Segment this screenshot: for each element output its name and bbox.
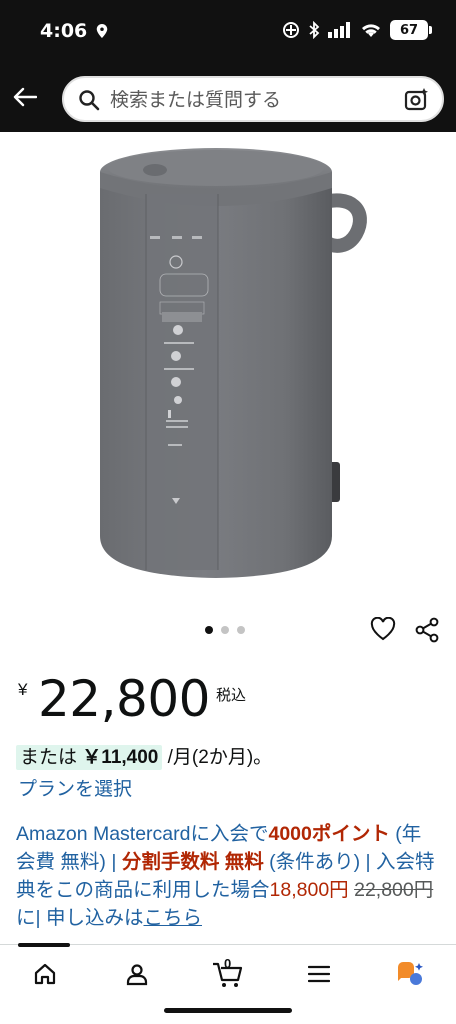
price-value: 22,800 xyxy=(38,670,210,728)
battery-indicator: 67 xyxy=(390,20,432,40)
wishlist-button[interactable] xyxy=(370,616,396,643)
back-button[interactable] xyxy=(10,82,40,112)
promo-original-price: 22,800円 xyxy=(354,879,434,901)
mastercard-promo[interactable]: Amazon Mastercardに入会で4000ポイント (年会費 無料) |… xyxy=(16,820,440,944)
installment-highlight: または ￥11,400 xyxy=(16,745,163,770)
promo-no-fee: 分割手数料 無料 xyxy=(121,851,264,873)
carousel-dots xyxy=(205,626,245,634)
nav-cart[interactable]: 0 xyxy=(208,956,248,989)
search-input[interactable] xyxy=(110,86,390,114)
status-time: 4:06 xyxy=(40,20,88,42)
nav-rufus[interactable] xyxy=(390,959,430,989)
nav-home[interactable] xyxy=(25,959,65,989)
wifi-icon xyxy=(362,24,380,37)
installment-suffix: /月(2か月)。 xyxy=(167,747,273,768)
rufus-icon xyxy=(398,962,423,985)
signal-icon xyxy=(328,22,350,38)
nav-menu[interactable] xyxy=(299,959,339,989)
search-icon xyxy=(79,90,100,111)
search-box[interactable] xyxy=(62,76,444,122)
installment-offer: または ￥11,400 /月(2か月)。 xyxy=(16,742,273,770)
battery-level: 67 xyxy=(399,22,419,38)
promo-apply-link[interactable]: こちら xyxy=(143,907,202,929)
bluetooth-icon xyxy=(309,21,320,39)
nav-account[interactable] xyxy=(117,959,157,989)
select-plan-link[interactable]: プランを選択 xyxy=(18,774,132,801)
nfc-icon xyxy=(283,22,299,38)
tax-label: 税込 xyxy=(216,687,247,704)
currency-symbol: ¥ xyxy=(18,680,28,699)
menu-icon xyxy=(308,965,330,983)
search-header xyxy=(0,68,456,132)
home-indicator xyxy=(164,1008,292,1013)
back-arrow-icon xyxy=(13,87,37,107)
carousel-dot[interactable] xyxy=(237,626,245,634)
installment-prefix: または xyxy=(20,747,78,768)
carousel-dot[interactable] xyxy=(205,626,213,634)
installment-amount: ￥11,400 xyxy=(82,747,159,768)
heart-icon xyxy=(370,616,396,641)
promo-text: Amazon Mastercardに入会で xyxy=(16,823,269,845)
camera-search-icon[interactable] xyxy=(404,87,430,113)
status-icons: 67 xyxy=(282,20,432,40)
active-tab-indicator xyxy=(18,943,70,947)
promo-points: 4000ポイント xyxy=(268,823,390,845)
home-icon xyxy=(34,963,56,985)
product-image[interactable] xyxy=(0,132,456,612)
share-button[interactable] xyxy=(414,617,440,643)
location-icon xyxy=(96,24,108,38)
cart-count: 0 xyxy=(224,956,232,971)
status-bar: 4:06 67 xyxy=(0,0,456,68)
share-icon xyxy=(415,617,439,643)
carousel-dot[interactable] xyxy=(221,626,229,634)
humidifier-illustration xyxy=(100,148,367,578)
account-icon xyxy=(126,964,148,986)
promo-text: に| 申し込みは xyxy=(16,907,144,929)
promo-discount-price: 18,800円 xyxy=(269,879,349,901)
